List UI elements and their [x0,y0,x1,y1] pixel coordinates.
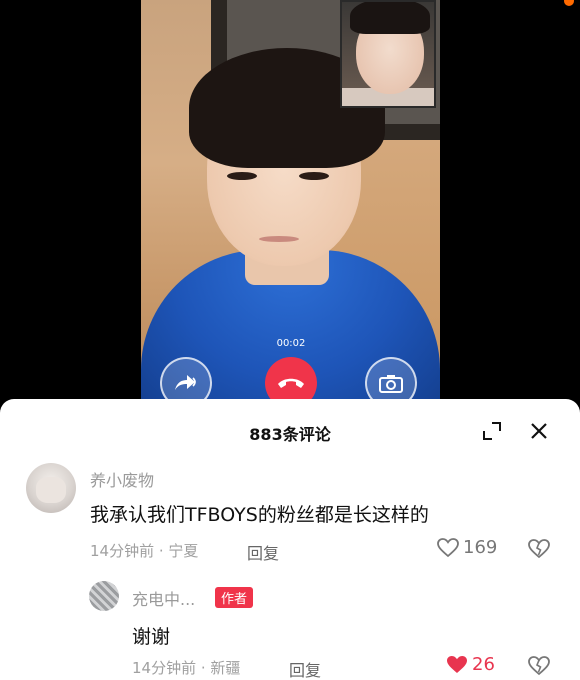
comment-location: 宁夏 [168,542,199,560]
close-icon [531,423,547,439]
comment-location: 新疆 [210,659,241,677]
heart-filled-icon [447,655,467,673]
comment-text: 谢谢 [132,626,171,648]
broken-heart-icon [528,539,550,559]
like-button[interactable]: 26 [446,654,495,675]
comment-username[interactable]: 充电中... [132,586,195,610]
close-button[interactable] [527,419,551,443]
reply-button[interactable]: 回复 [247,540,279,564]
comment-time: 14分钟前 [90,542,155,560]
self-view-pip[interactable] [340,0,436,108]
dislike-button[interactable] [528,655,550,677]
like-count: 26 [472,654,495,675]
heart-outline-icon [437,537,459,557]
broken-heart-icon [528,656,550,676]
share-arrow-icon [175,375,196,390]
call-timer: 00:02 [276,338,306,349]
reply-comment-item: 充电中... 作者 谢谢 14分钟前 · 新疆 回复 26 [0,581,580,680]
caller-eye-right [299,172,329,180]
comment-text: 我承认我们TFBOYS的粉丝都是长这样的 [90,504,429,526]
comment-meta: 14分钟前 · 宁夏 [90,540,198,561]
comment-sheet: 883条评论 养小废物 我承认我们TFBOYS的粉丝都是长这样的 14分钟前 · [0,399,580,680]
screen: 00:02 883条评论 养小废物 我承认我们TFBOYS的粉丝都是长这样的 1… [0,0,580,680]
camera-icon [379,375,403,393]
avatar[interactable] [89,581,119,611]
comment-username[interactable]: 养小废物 [90,467,154,491]
avatar[interactable] [26,463,76,513]
caller-eye-left [227,172,257,180]
expand-button[interactable] [480,419,504,443]
notification-dot [564,0,574,6]
like-button[interactable]: 169 [437,537,497,558]
phone-hangup-icon [278,378,304,388]
self-view-hair [350,2,430,34]
like-count: 169 [463,537,498,558]
avatar-image [36,477,66,503]
dislike-button[interactable] [528,538,550,560]
meta-separator: · [200,659,211,677]
caller-mouth [259,236,299,242]
reply-button[interactable]: 回复 [289,657,321,680]
comment-meta: 14分钟前 · 新疆 [132,657,240,678]
meta-separator: · [158,542,169,560]
sheet-header: 883条评论 [0,399,580,461]
comment-time: 14分钟前 [132,659,197,677]
comment-item: 养小废物 我承认我们TFBOYS的粉丝都是长这样的 14分钟前 · 宁夏 回复 … [0,463,580,573]
expand-icon [483,422,501,440]
author-badge: 作者 [215,587,254,608]
